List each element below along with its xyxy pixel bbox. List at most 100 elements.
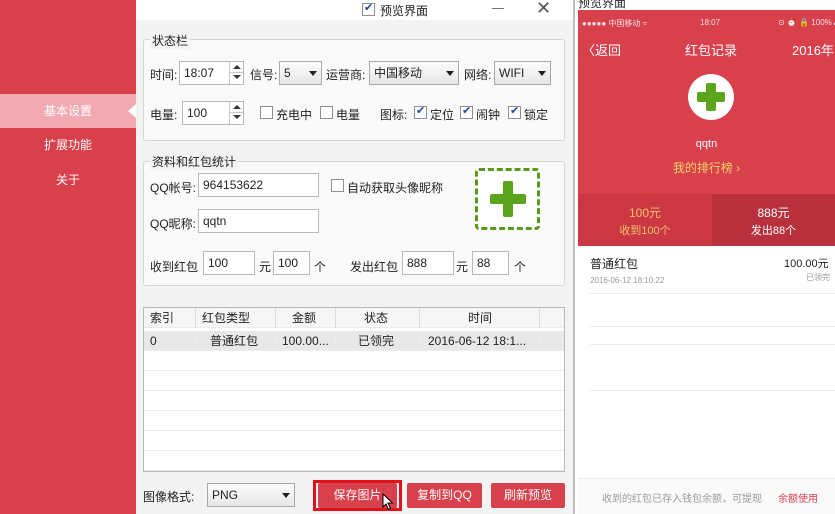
location-checkbox[interactable]	[414, 104, 427, 119]
received-stat-caption: 收到100个	[619, 225, 671, 237]
network-label: 网络:	[464, 68, 492, 82]
record-type: 普通红包	[590, 257, 639, 271]
signal-select[interactable]: 5	[279, 61, 322, 85]
lock-label: 锁定	[524, 108, 549, 122]
year-label: 2016年	[792, 43, 834, 58]
charging-checkbox[interactable]	[260, 106, 273, 119]
profile-group-title: 资料和红包统计	[150, 153, 239, 170]
network-select[interactable]: WIFI	[494, 61, 551, 85]
table-cell: 普通红包	[196, 331, 276, 351]
carrier-select[interactable]: 中国移动	[369, 61, 459, 85]
battery-label: 电量:	[150, 108, 178, 122]
time-input[interactable]: 18:07	[179, 61, 244, 85]
auto-fetch-checkbox[interactable]	[331, 179, 344, 192]
signal-label: 信号:	[250, 68, 278, 82]
phone-status-time: 18:07	[700, 18, 721, 27]
preview-header: ●●●●● 中国移动 ≈ 18:07 ⊙ ⏰ 🔒 100% ▬ 〈返回 红包记录…	[578, 10, 835, 194]
divider	[590, 390, 835, 391]
avatar-picker[interactable]	[475, 168, 540, 230]
preview-page-title: 红包记录	[685, 43, 738, 58]
refresh-preview-button[interactable]: 刷新预览	[491, 483, 565, 508]
time-spinner[interactable]	[229, 62, 243, 84]
sent-stat: 888元 发出88个	[712, 194, 835, 246]
close-icon[interactable]: ✕	[536, 0, 551, 19]
phone-preview: ●●●●● 中国移动 ≈ 18:07 ⊙ ⏰ 🔒 100% ▬ 〈返回 红包记录…	[578, 10, 835, 514]
sent-stat-amount: 888元	[757, 206, 790, 220]
sent-label: 发出红包	[350, 260, 399, 274]
copy-to-qq-button[interactable]: 复制到QQ	[407, 483, 482, 508]
battery-spinner[interactable]	[229, 102, 243, 124]
table-cell: 100.00...	[276, 331, 336, 351]
sent-count-input[interactable]: 88	[472, 251, 509, 275]
phone-status-left: ●●●●● 中国移动 ≈	[582, 19, 647, 28]
preview-avatar	[688, 74, 734, 120]
minimize-icon[interactable]	[492, 8, 504, 9]
column-header[interactable]: 红包类型	[196, 308, 276, 328]
footer-text: 收到的红包已存入钱包余额，可提现	[602, 494, 762, 505]
table-cell: 已领完	[336, 331, 420, 351]
sent-yuan-label: 元	[456, 260, 469, 274]
panel-divider[interactable]	[573, 0, 575, 514]
divider	[590, 344, 835, 345]
chevron-down-icon	[446, 71, 454, 76]
column-header[interactable]: 状态	[336, 308, 420, 328]
record-status: 已领完	[806, 273, 830, 282]
preview-nickname: qqtn	[695, 138, 718, 150]
table-row	[144, 451, 564, 471]
table-row	[144, 411, 564, 431]
preview-checkbox[interactable]	[362, 1, 375, 16]
sent-stat-caption: 发出88个	[750, 225, 797, 237]
sent-amount-input[interactable]: 888	[402, 251, 454, 275]
phone-status-right: ⊙ ⏰ 🔒 100% ▬	[778, 18, 835, 27]
top-bar: 预览界面 ✕	[136, 0, 573, 20]
sidebar-item-about[interactable]: 关于	[0, 163, 136, 197]
icons-label: 图标:	[380, 108, 408, 122]
preview-footer: 收到的红包已存入钱包余额，可提现 余额使用	[578, 478, 835, 514]
received-amount-input[interactable]: 100	[203, 251, 255, 275]
qq-account-input[interactable]: 964153622	[198, 173, 319, 197]
chevron-down-icon	[309, 71, 317, 76]
table-row	[144, 351, 564, 371]
sidebar-item-basic-settings[interactable]: 基本设置	[0, 94, 136, 128]
battery-input[interactable]: 100	[182, 101, 244, 125]
received-stat-amount: 100元	[628, 206, 662, 220]
table-row[interactable]: 0 普通红包 100.00... 已领完 2016-06-12 18:1...	[144, 331, 564, 351]
sidebar-item-extensions[interactable]: 扩展功能	[0, 128, 136, 162]
qq-nickname-label: QQ昵称:	[150, 217, 197, 231]
alarm-checkbox[interactable]	[460, 104, 473, 119]
column-header[interactable]: 金额	[276, 308, 336, 328]
image-format-select[interactable]: PNG	[207, 483, 295, 507]
auto-fetch-label: 自动获取头像昵称	[347, 181, 444, 195]
footer-link: 余额使用	[778, 494, 818, 505]
record-amount: 100.00元	[784, 258, 829, 270]
column-header[interactable]: 时间	[420, 308, 540, 328]
table-row	[144, 371, 564, 391]
rank-link: 我的排行榜 ›	[672, 161, 741, 175]
received-ge-label: 个	[314, 260, 327, 274]
received-count-input[interactable]: 100	[273, 251, 310, 275]
location-label: 定位	[430, 108, 455, 122]
divider	[590, 326, 835, 327]
alarm-label: 闹钟	[476, 108, 501, 122]
received-yuan-label: 元	[259, 260, 272, 274]
battery-checkbox-label: 电量	[336, 108, 361, 122]
column-header[interactable]: 索引	[144, 308, 196, 328]
image-format-label: 图像格式:	[143, 490, 195, 504]
qq-nickname-input[interactable]: qqtn	[198, 209, 319, 233]
chevron-down-icon	[282, 493, 290, 498]
table-cell: 0	[144, 331, 196, 351]
settings-panel: 预览界面 ✕ 状态栏 时间: 18:07 信号: 5 运营商: 中国移动 网络:…	[136, 0, 573, 514]
lock-checkbox[interactable]	[508, 104, 521, 119]
battery-checkbox[interactable]	[320, 106, 333, 119]
table-row	[144, 391, 564, 411]
divider	[590, 293, 835, 294]
table-row	[144, 431, 564, 451]
back-button: 〈返回	[582, 43, 622, 58]
table-header: 索引 红包类型 金额 状态 时间	[144, 308, 564, 328]
sidebar: 基本设置 扩展功能 关于	[0, 0, 136, 514]
record-time: 2016-06-12 18:10:22	[590, 276, 665, 285]
received-label: 收到红包	[150, 260, 199, 274]
qq-account-label: QQ帐号:	[150, 181, 197, 195]
carrier-label: 运营商:	[326, 68, 366, 82]
redpacket-table: 索引 红包类型 金额 状态 时间 0 普通红包 100.00... 已领完 20…	[143, 307, 565, 472]
